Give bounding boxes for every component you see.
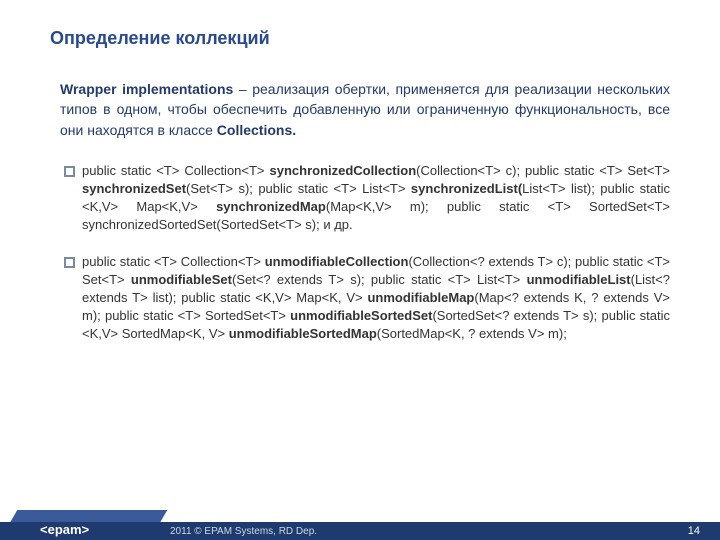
page-number: 14 (688, 525, 700, 537)
code-bold: unmodifiableList (527, 272, 631, 287)
code-text: (Set<? extends T> s); public static <T> … (232, 272, 527, 287)
footer: <epam> 2011 © EPAM Systems, RD Dep. 14 (0, 518, 720, 540)
code-text: public static <T> Collection<T> (82, 254, 265, 269)
footer-strip (0, 522, 720, 540)
slide-title: Определение коллекций (0, 0, 720, 49)
list-item: public static <T> Collection<T> synchron… (64, 162, 670, 235)
content-area: Wrapper implementations – реализация обе… (0, 49, 720, 344)
logo: <epam> (40, 522, 89, 537)
code-bold: unmodifiableCollection (265, 254, 409, 269)
code-text: public static <T> Collection<T> (82, 163, 270, 178)
code-bold: synchronizedMap (216, 199, 326, 214)
code-text: (SortedMap<K, ? extends V> m); (377, 326, 567, 341)
intro-lead: Wrapper implementations (60, 81, 233, 97)
code-bold: synchronizedSet (82, 181, 186, 196)
intro-tail: Collections. (217, 122, 296, 138)
code-bold: unmodifiableSet (131, 272, 232, 287)
code-bold: unmodifiableSortedMap (229, 326, 377, 341)
code-text: (Set<T> s); public static <T> List<T> (186, 181, 411, 196)
code-bold: unmodifiableMap (367, 290, 474, 305)
code-bold: synchronizedCollection (270, 163, 417, 178)
intro-paragraph: Wrapper implementations – реализация обе… (60, 79, 670, 140)
code-bold: unmodifiableSortedSet (290, 308, 432, 323)
bullet-list: public static <T> Collection<T> synchron… (60, 162, 670, 344)
slide: Определение коллекций Wrapper implementa… (0, 0, 720, 540)
copyright-text: 2011 © EPAM Systems, RD Dep. (170, 526, 317, 537)
list-item: public static <T> Collection<T> unmodifi… (64, 253, 670, 344)
code-text: (Collection<T> c); public static <T> Set… (416, 163, 670, 178)
code-bold: synchronizedList( (411, 181, 522, 196)
